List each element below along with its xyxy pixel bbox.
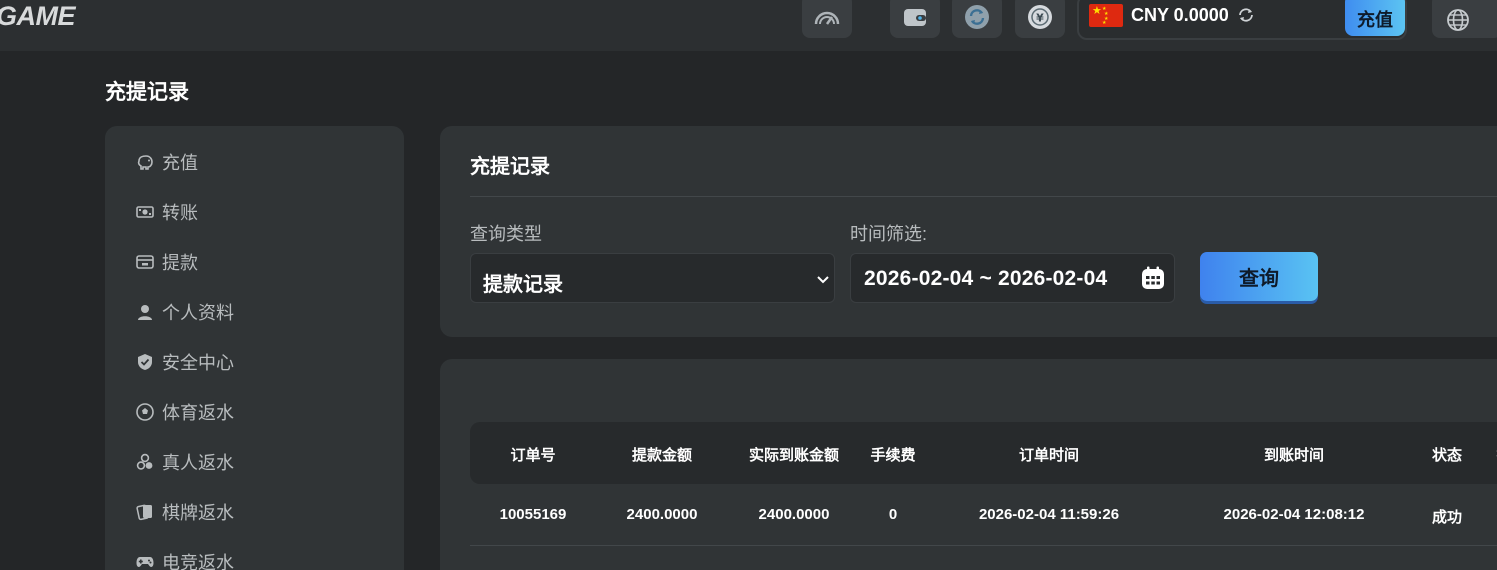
query-button[interactable]: 查询: [1200, 252, 1318, 301]
gamepad-icon: [136, 553, 154, 570]
cards-icon: [136, 503, 154, 521]
table-row: 10055169 2400.0000 2400.0000 0 2026-02-0…: [470, 484, 1497, 546]
divider: [470, 196, 1497, 197]
sidebar-item-label: 电竞返水: [162, 553, 234, 570]
sidebar-item-label: 个人资料: [162, 303, 234, 323]
wallet-button[interactable]: [890, 0, 940, 38]
query-type-label: 查询类型: [470, 224, 542, 244]
cell-arrival-time: 2026-02-04 12:08:12: [1223, 506, 1365, 523]
table-header: 订单号 提款金额 实际到账金额 手续费 订单时间 到账时间 状态 操: [470, 422, 1497, 484]
sidebar-item-profile[interactable]: 个人资料: [136, 299, 234, 325]
cell-fee: 0: [888, 506, 898, 523]
shield-icon: [136, 353, 154, 371]
calendar-icon[interactable]: [1141, 266, 1165, 295]
sidebar-item-esports-rebate[interactable]: 电竞返水: [136, 549, 234, 570]
sidebar-item-security[interactable]: 安全中心: [136, 349, 234, 375]
column-fee: 手续费: [870, 447, 916, 464]
chevron-down-icon: [816, 272, 830, 290]
query-type-select[interactable]: 提款记录: [470, 253, 835, 303]
sidebar-item-label: 真人返水: [162, 453, 234, 473]
sidebar: 充值 转账 提款 个人资料 安全中心 体育返水 真人返水 棋牌返水 电竞返水: [105, 126, 404, 570]
column-actual-amount: 实际到账金额: [748, 447, 840, 464]
currency-exchange-button[interactable]: ¥: [1015, 0, 1065, 38]
sidebar-item-deposit[interactable]: 充值: [136, 149, 198, 175]
page-title: 充提记录: [105, 81, 189, 104]
yen-coin-icon: ¥: [1027, 0, 1053, 35]
language-button[interactable]: [1432, 0, 1497, 38]
piggy-bank-icon: [136, 153, 154, 171]
money-transfer-icon: [136, 203, 154, 221]
withdraw-icon: [136, 253, 154, 271]
speed-gauge-button[interactable]: [802, 0, 852, 38]
sidebar-item-label: 转账: [162, 203, 198, 223]
cell-actual-amount: 2400.0000: [758, 506, 830, 523]
balance-text: CNY 0.0000: [1131, 5, 1229, 25]
sidebar-item-label: 提款: [162, 253, 198, 273]
date-range-picker[interactable]: 2026-02-04 ~ 2026-02-04: [850, 253, 1175, 303]
sidebar-item-label: 棋牌返水: [162, 503, 234, 523]
wallet-icon: [902, 0, 928, 33]
column-order-time: 订单时间: [1018, 447, 1080, 464]
balance-box: ★ ★ ★ ★ ★ CNY 0.0000 充值: [1077, 0, 1407, 40]
soccer-ball-icon: [136, 403, 154, 421]
time-filter-label: 时间筛选:: [850, 224, 928, 244]
column-withdraw-amount: 提款金额: [631, 447, 693, 464]
refresh-button[interactable]: [952, 0, 1002, 38]
speed-gauge-icon: [813, 0, 841, 33]
deposit-button[interactable]: 充值: [1345, 0, 1405, 36]
site-logo[interactable]: GAME: [0, 1, 76, 32]
user-icon: [136, 303, 154, 321]
records-table-panel: 订单号 提款金额 实际到账金额 手续费 订单时间 到账时间 状态 操 10055…: [440, 359, 1497, 570]
cell-status: 成功: [1431, 509, 1463, 526]
cell-order-time: 2026-02-04 11:59:26: [978, 506, 1120, 523]
china-flag-icon: ★ ★ ★ ★ ★: [1089, 4, 1123, 27]
refresh-icon: [964, 0, 990, 35]
filter-panel: 充提记录 查询类型 提款记录 时间筛选: 2026-02-04 ~ 2026-0…: [440, 126, 1497, 337]
chips-icon: [136, 453, 154, 471]
cell-order-id: 10055169: [499, 506, 567, 523]
column-status: 状态: [1431, 447, 1463, 464]
sidebar-item-withdraw[interactable]: 提款: [136, 249, 198, 275]
svg-text:¥: ¥: [1036, 11, 1044, 24]
column-arrival-time: 到账时间: [1263, 447, 1325, 464]
sidebar-item-transfer[interactable]: 转账: [136, 199, 198, 225]
sidebar-item-label: 安全中心: [162, 353, 234, 373]
sidebar-item-live-rebate[interactable]: 真人返水: [136, 449, 234, 475]
query-type-value: 提款记录: [483, 274, 563, 296]
top-bar: GAME ¥ ★ ★ ★ ★ ★ CNY 0.0000 充值: [0, 0, 1497, 51]
sidebar-item-label: 体育返水: [162, 403, 234, 423]
column-order-id: 订单号: [510, 447, 556, 464]
sidebar-item-label: 充值: [162, 153, 198, 173]
cell-withdraw-amount: 2400.0000: [626, 506, 698, 523]
panel-title: 充提记录: [470, 156, 550, 178]
sidebar-item-sports-rebate[interactable]: 体育返水: [136, 399, 234, 425]
refresh-balance-icon[interactable]: [1237, 6, 1255, 29]
sidebar-item-cards-rebate[interactable]: 棋牌返水: [136, 499, 234, 525]
date-range-value: 2026-02-04 ~ 2026-02-04: [864, 267, 1108, 290]
